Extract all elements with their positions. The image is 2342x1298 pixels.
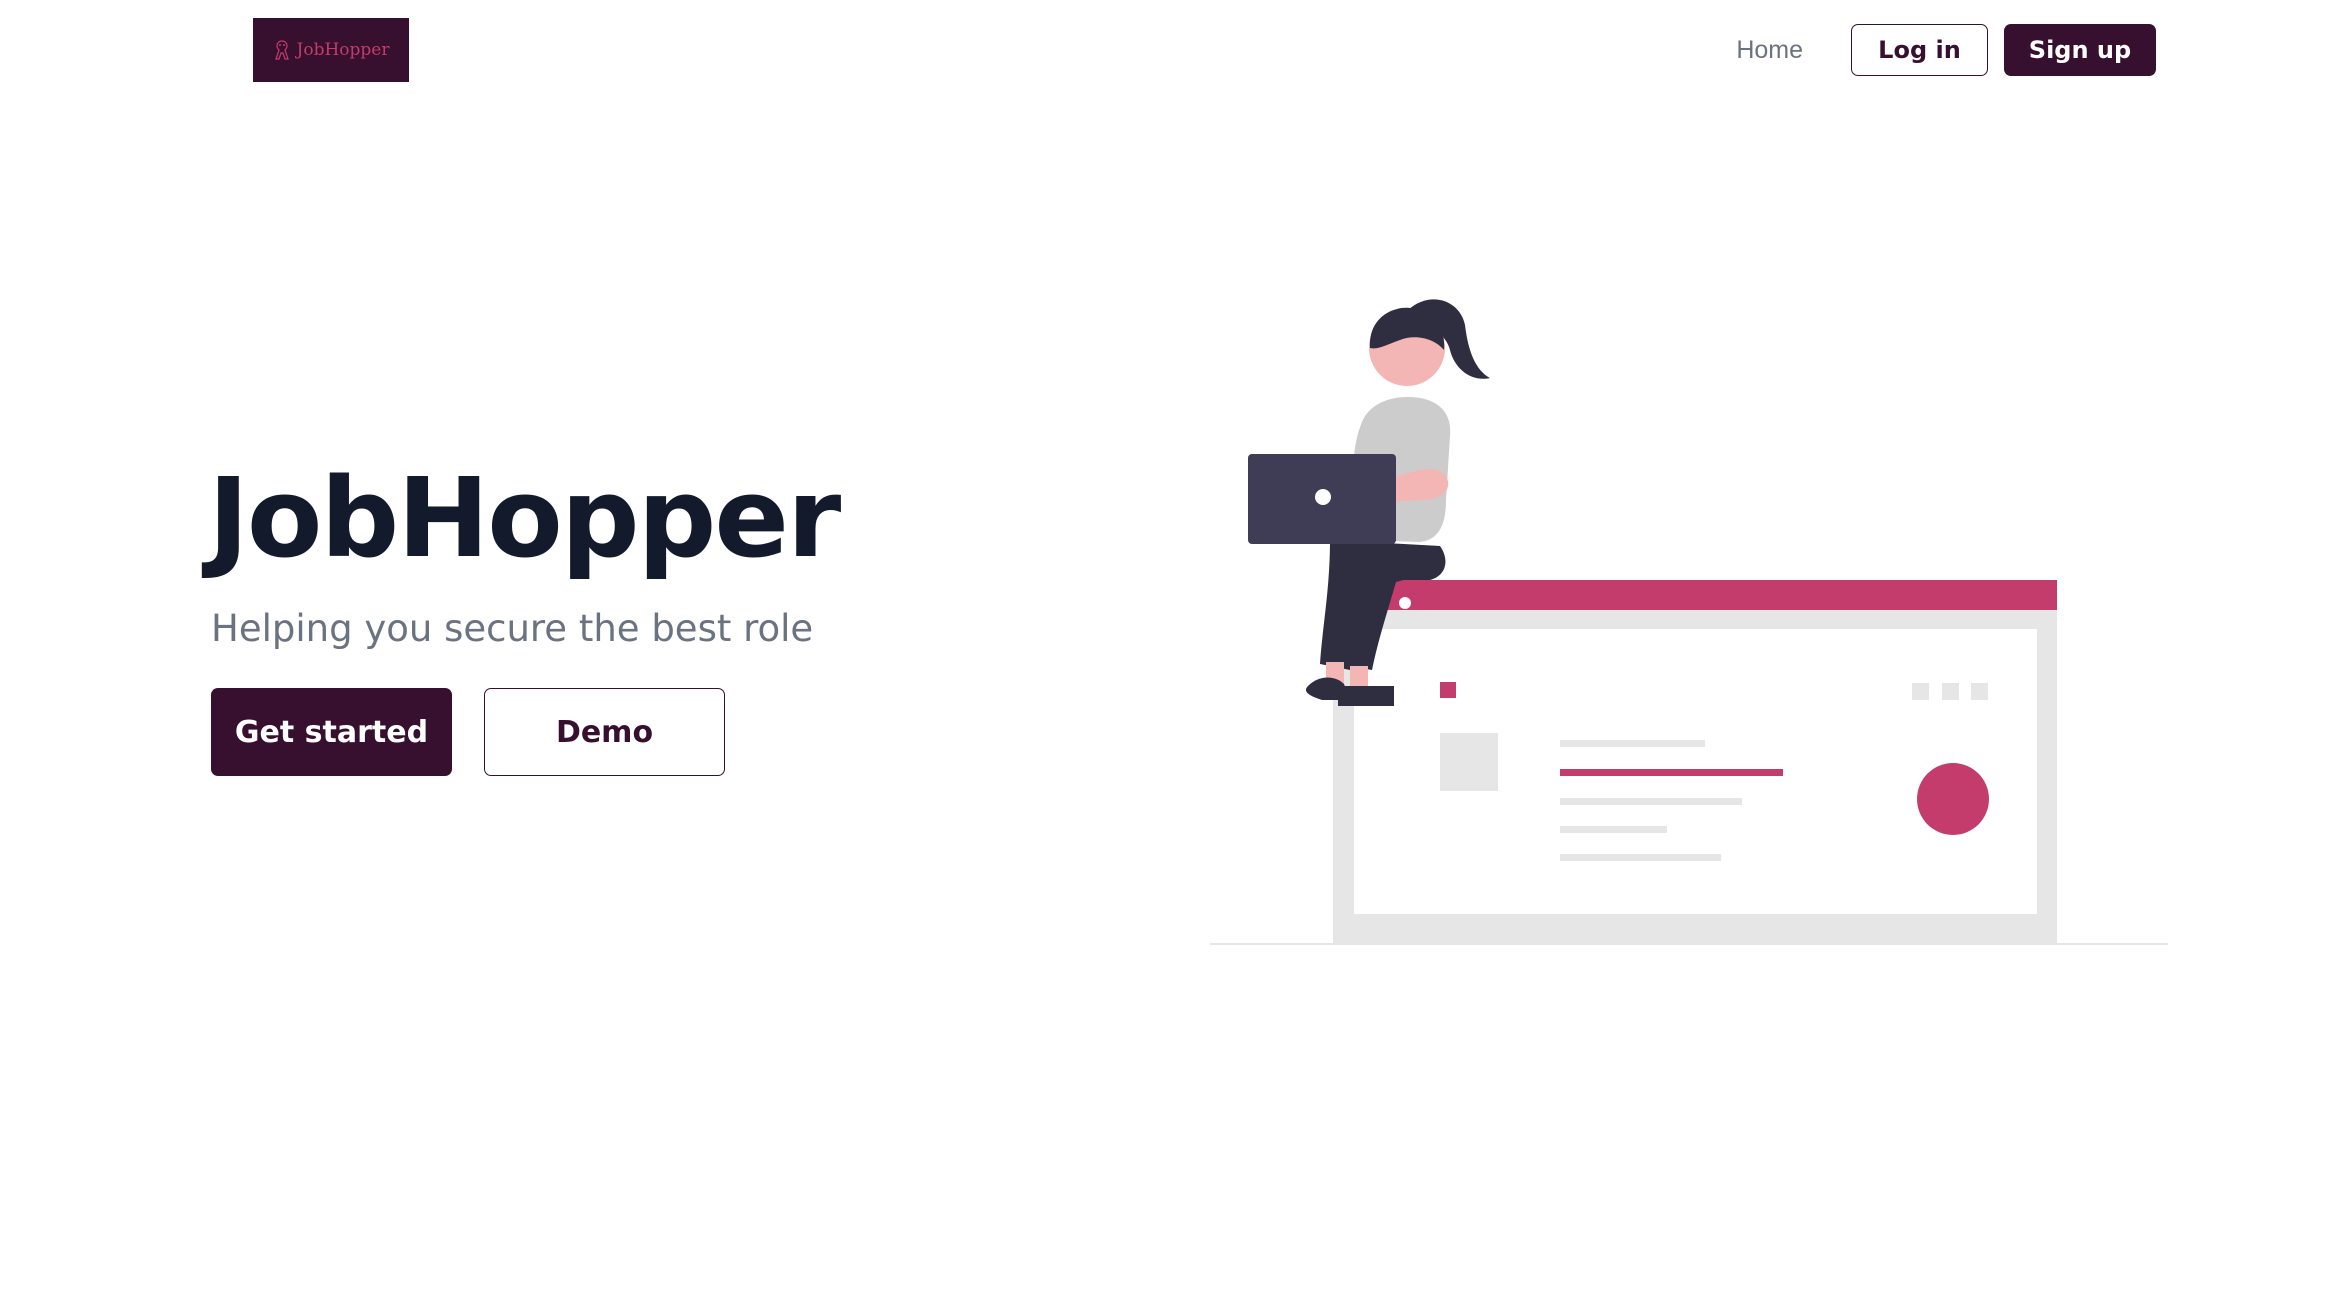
demo-button[interactable]: Demo: [484, 688, 725, 776]
logo[interactable]: JobHopper: [253, 18, 409, 82]
frog-logo-icon: [274, 40, 289, 60]
get-started-button[interactable]: Get started: [211, 688, 452, 776]
top-nav: Home Log in Sign up: [1736, 24, 2156, 76]
signup-button[interactable]: Sign up: [2004, 24, 2156, 76]
landing-page: JobHopper Home Log in Sign up JobHopper …: [0, 0, 2342, 1298]
nav-home-link[interactable]: Home: [1736, 36, 1803, 65]
hero-title: JobHopper: [208, 454, 841, 582]
hero-subtitle: Helping you secure the best role: [211, 607, 814, 650]
login-button[interactable]: Log in: [1851, 24, 1988, 76]
woman-on-browser-illustration: [1210, 299, 2168, 945]
logo-text: JobHopper: [296, 40, 390, 60]
browser-window-graphic: [1333, 580, 2057, 944]
